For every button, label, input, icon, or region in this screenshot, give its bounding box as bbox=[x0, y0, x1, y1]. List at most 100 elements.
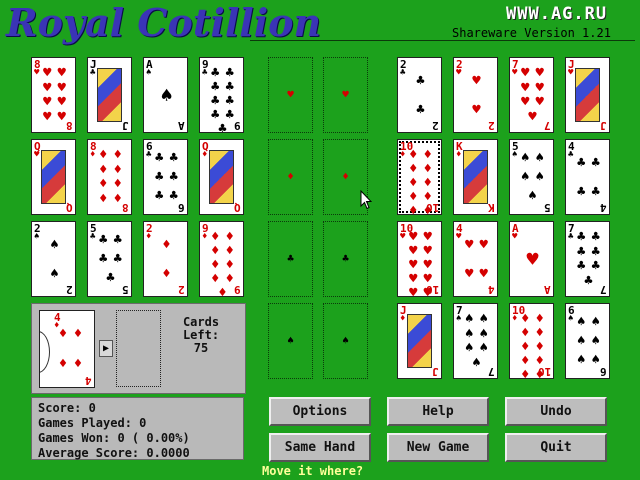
help-button[interactable]: Help bbox=[387, 397, 489, 426]
pip: ♠ bbox=[160, 83, 173, 107]
pip: ♦ bbox=[521, 339, 530, 355]
pip: ♥ bbox=[423, 257, 432, 273]
card-suit: ♦ bbox=[456, 150, 462, 160]
pip: ♥ bbox=[43, 108, 52, 125]
pip: ♠ bbox=[472, 354, 481, 371]
playing-card[interactable]: 2 ♣ ♣ ♣ 2 bbox=[397, 57, 442, 133]
face-card-portrait bbox=[463, 150, 488, 204]
pip: ♥ bbox=[472, 101, 481, 118]
foundation-slot[interactable]: ♦ bbox=[268, 139, 313, 215]
playing-card[interactable]: A ♠ ♠ A bbox=[143, 57, 188, 133]
next-card-button[interactable]: ▶ bbox=[99, 340, 113, 357]
pip: ♣ bbox=[591, 183, 600, 200]
card-suit: ♥ bbox=[456, 232, 462, 242]
card-rank-bottom: 10 bbox=[425, 283, 439, 296]
pip: ♥ bbox=[526, 247, 539, 271]
playing-card[interactable]: 8 ♦ ♦ ♦ ♦ ♦ ♦ ♦ ♦ ♦ 8 bbox=[87, 139, 132, 215]
version-label: Shareware Version 1.21 bbox=[452, 26, 611, 40]
card-suit: ♣ bbox=[146, 150, 152, 160]
foundation-slot[interactable]: ♥ bbox=[268, 57, 313, 133]
pip: ♦ bbox=[211, 271, 220, 287]
pip: ♥ bbox=[43, 65, 52, 82]
card-rank-bottom: 6 bbox=[178, 201, 185, 214]
pip: ♥ bbox=[479, 236, 488, 253]
pip: ♠ bbox=[465, 311, 474, 328]
options-button[interactable]: Options bbox=[269, 397, 371, 426]
playing-card[interactable]: 4 ♣ ♣ ♣ ♣ ♣ 4 bbox=[565, 139, 610, 215]
pip: ♦ bbox=[73, 356, 83, 372]
card-pips: ♥ ♥ bbox=[462, 66, 491, 124]
card-suit: ♦ bbox=[400, 150, 406, 160]
playing-card[interactable]: 2 ♠ ♠ ♠ 2 bbox=[31, 221, 76, 297]
card-pips: ♥ ♥ ♥ ♥ bbox=[462, 230, 491, 288]
pip: ♦ bbox=[162, 236, 171, 253]
card-rank-bottom: 7 bbox=[600, 283, 607, 296]
playing-card[interactable]: 7 ♣ ♣ ♣ ♣ ♣ ♣ ♣ ♣ 7 bbox=[565, 221, 610, 297]
face-card-portrait bbox=[209, 150, 234, 204]
foundation-suit-icon: ♦ bbox=[342, 170, 349, 183]
playing-card[interactable]: A ♥ ♥ A bbox=[509, 221, 554, 297]
pip: ♣ bbox=[577, 154, 586, 171]
foundation-slot[interactable]: ♥ bbox=[323, 57, 368, 133]
playing-card[interactable]: 6 ♣ ♣ ♣ ♣ ♣ ♣ ♣ 6 bbox=[143, 139, 188, 215]
playing-card[interactable]: 8 ♥ ♥ ♥ ♥ ♥ ♥ ♥ ♥ ♥ 8 bbox=[31, 57, 76, 133]
mouse-pointer-icon bbox=[360, 190, 372, 210]
card-pips: ♣ ♣ ♣ ♣ ♣ ♣ ♣ ♣ ♣ bbox=[208, 66, 237, 132]
playing-card[interactable]: K ♦ K bbox=[453, 139, 498, 215]
card-suit: ♥ bbox=[456, 68, 462, 78]
pip: ♦ bbox=[225, 257, 234, 273]
playing-card[interactable]: J ♦ J bbox=[397, 303, 442, 379]
card-rank-bottom: 5 bbox=[122, 283, 129, 296]
playing-card[interactable]: 10 ♦ ♦ ♦ ♦ ♦ ♦ ♦ ♦ ♦ ♦ ♦ 10 bbox=[509, 303, 554, 379]
title-divider bbox=[250, 40, 635, 41]
pip: ♣ bbox=[577, 183, 586, 200]
card-pips: ♥ ♥ ♥ ♥ ♥ ♥ ♥ bbox=[518, 66, 547, 124]
playing-card[interactable]: 7 ♥ ♥ ♥ ♥ ♥ ♥ ♥ ♥ 7 bbox=[509, 57, 554, 133]
card-rank-bottom: Q bbox=[66, 201, 73, 214]
foundation-slot[interactable]: ♠ bbox=[323, 303, 368, 379]
pip: ♦ bbox=[58, 356, 68, 372]
card-pips: ♠ bbox=[152, 66, 181, 124]
same-hand-button[interactable]: Same Hand bbox=[269, 433, 371, 462]
quit-button[interactable]: Quit bbox=[505, 433, 607, 462]
card-suit: ♥ bbox=[512, 68, 518, 78]
playing-card[interactable]: 10 ♥ ♥ ♥ ♥ ♥ ♥ ♥ ♥ ♥ ♥ ♥ 10 bbox=[397, 221, 442, 297]
foundation-slot[interactable]: ♣ bbox=[268, 221, 313, 297]
pip: ♦ bbox=[409, 161, 418, 177]
pip: ♣ bbox=[591, 258, 600, 275]
playing-card[interactable]: 9 ♣ ♣ ♣ ♣ ♣ ♣ ♣ ♣ ♣ ♣ 9 bbox=[199, 57, 244, 133]
playing-card[interactable]: 2 ♦ ♦ ♦ 2 bbox=[143, 221, 188, 297]
playing-card[interactable]: 9 ♦ ♦ ♦ ♦ ♦ ♦ ♦ ♦ ♦ ♦ 9 bbox=[199, 221, 244, 297]
playing-card[interactable]: 6 ♠ ♠ ♠ ♠ ♠ ♠ ♠ 6 bbox=[565, 303, 610, 379]
pip: ♣ bbox=[225, 93, 234, 109]
new-game-button[interactable]: New Game bbox=[387, 433, 489, 462]
pip: ♦ bbox=[113, 147, 122, 164]
card-suit: ♠ bbox=[146, 68, 152, 78]
pip: ♦ bbox=[535, 339, 544, 355]
foundation-slot[interactable]: ♠ bbox=[268, 303, 313, 379]
playing-card[interactable]: 5 ♣ ♣ ♣ ♣ ♣ ♣ 5 bbox=[87, 221, 132, 297]
stock-card[interactable]: 4 ♦ ♦ ♦ ♦ ♦ 4 bbox=[39, 310, 95, 388]
undo-button[interactable]: Undo bbox=[505, 397, 607, 426]
playing-card[interactable]: 7 ♠ ♠ ♠ ♠ ♠ ♠ ♠ ♠ 7 bbox=[453, 303, 498, 379]
pip: ♣ bbox=[591, 154, 600, 171]
average-score-text: Average Score: 0.0000 bbox=[38, 446, 190, 460]
playing-card[interactable]: 2 ♥ ♥ ♥ 2 bbox=[453, 57, 498, 133]
foundation-slot[interactable]: ♣ bbox=[323, 221, 368, 297]
card-suit: ♦ bbox=[90, 150, 96, 160]
playing-card[interactable]: Q ♥ Q bbox=[31, 139, 76, 215]
games-played-text: Games Played: 0 bbox=[38, 416, 147, 430]
playing-card[interactable]: J ♥ J bbox=[565, 57, 610, 133]
playing-card[interactable]: Q ♦ Q bbox=[199, 139, 244, 215]
card-suit: ♦ bbox=[146, 232, 152, 242]
playing-card[interactable]: J ♣ J bbox=[87, 57, 132, 133]
waste-slot[interactable] bbox=[116, 310, 161, 387]
playing-card[interactable]: 5 ♠ ♠ ♠ ♠ ♠ ♠ 5 bbox=[509, 139, 554, 215]
playing-card[interactable]: 4 ♥ ♥ ♥ ♥ ♥ 4 bbox=[453, 221, 498, 297]
pip: ♣ bbox=[591, 243, 600, 260]
face-card-portrait bbox=[97, 68, 122, 122]
playing-card[interactable]: 10 ♦ ♦ ♦ ♦ ♦ ♦ ♦ ♦ ♦ ♦ ♦ 10 bbox=[397, 139, 442, 215]
pip: ♣ bbox=[211, 79, 220, 95]
pip: ♦ bbox=[423, 161, 432, 177]
card-pips: ♣ ♣ ♣ ♣ ♣ ♣ ♣ bbox=[574, 230, 603, 288]
